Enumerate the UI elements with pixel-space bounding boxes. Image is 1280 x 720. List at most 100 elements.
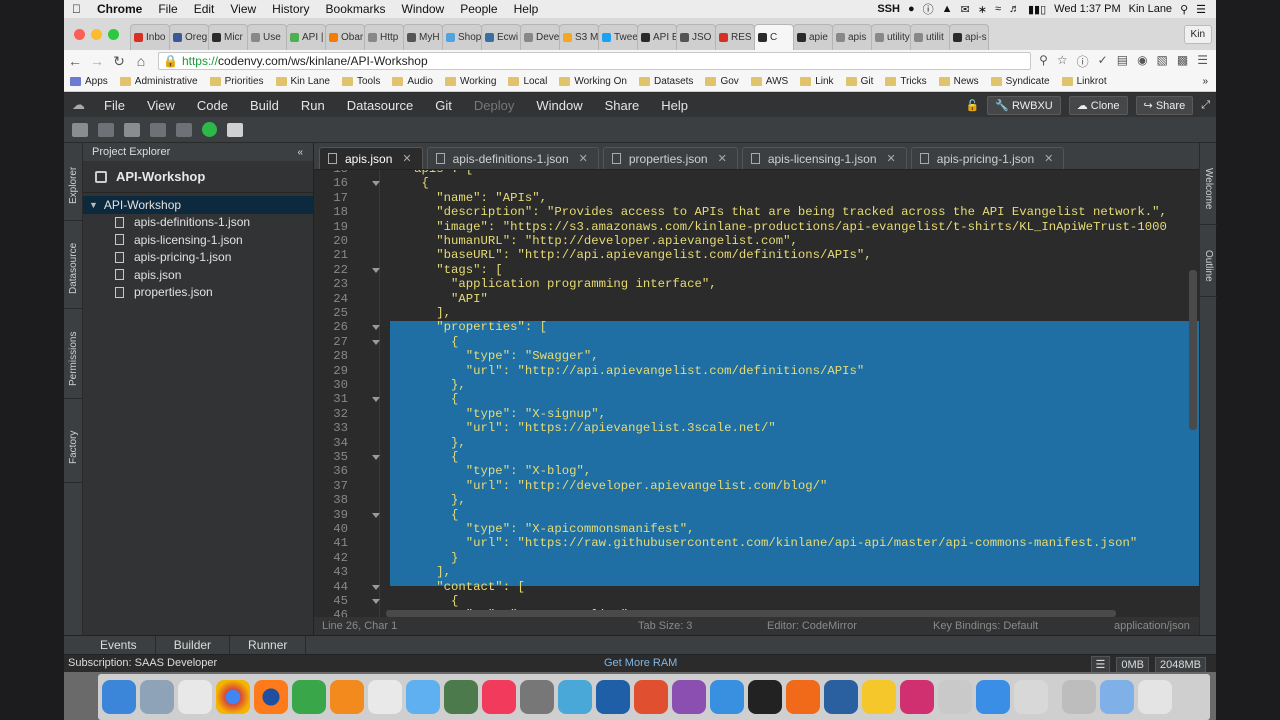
browser-tab[interactable]: Shop [442,24,482,50]
bookmark-item[interactable]: Gov [705,76,739,87]
chrome-menu-icon[interactable]: ☰ [1197,53,1208,70]
code-area[interactable]: 1516171819202122232425262728293031323334… [314,170,1199,617]
mac-menu-people[interactable]: People [452,2,505,16]
ide-menu-code[interactable]: Code [186,98,239,113]
dropbox-icon[interactable]: ▲ [942,3,953,15]
fullscreen-icon[interactable]: ⤢ [1201,99,1210,112]
bookmark-item[interactable]: Administrative [119,76,198,87]
fold-toggle-icon[interactable] [372,339,380,345]
fold-toggle-icon[interactable] [372,455,380,460]
share-button[interactable]: ↪ Share [1135,95,1194,115]
ide-menu-view[interactable]: View [136,98,186,113]
browser-tab[interactable]: RES [715,24,755,50]
cyberduck-icon[interactable] [862,680,896,714]
mac-menu-help[interactable]: Help [506,2,547,16]
list-icon[interactable]: ☰ [1196,3,1206,16]
save-icon[interactable] [98,122,114,137]
user-name[interactable]: Kin Lane [1129,3,1172,15]
bookmark-item[interactable]: News [938,76,979,87]
mac-menu-window[interactable]: Window [394,2,453,16]
side-tab-outline[interactable]: Outline [1200,235,1217,297]
grid-app-icon[interactable] [368,680,402,714]
browser-tab[interactable]: Ecwi [481,24,521,50]
home-icon[interactable]: ⌂ [130,53,152,69]
mac-menu-bookmarks[interactable]: Bookmarks [318,2,394,16]
github-icon[interactable] [672,680,706,714]
bookmark-item[interactable]: Datasets [638,76,693,87]
browser-tab[interactable]: Twee [598,24,638,50]
document-stack-icon[interactable] [1062,680,1096,714]
fold-toggle-icon[interactable] [372,325,380,331]
tree-file-item[interactable]: apis-licensing-1.json [83,231,313,249]
bookmark-item[interactable]: Apps [70,76,108,87]
evernote-icon[interactable] [292,680,326,714]
fold-toggle-icon[interactable] [372,599,380,604]
browser-tab[interactable]: api-s [949,24,989,50]
system-preferences-icon[interactable] [520,680,554,714]
search-icon[interactable]: ⚲ [1039,53,1048,70]
sketch-icon[interactable] [1014,680,1048,714]
ide-menu-help[interactable]: Help [650,98,699,113]
settings-app-icon[interactable] [330,680,364,714]
postman-icon[interactable] [786,680,820,714]
delete-icon[interactable] [150,122,166,137]
bluetooth-icon[interactable]: ∗ [978,3,987,16]
volume-icon[interactable]: ♬ [1009,3,1020,15]
browser-tab[interactable]: apis [832,24,872,50]
extension-icon[interactable]: ▩ [1177,53,1188,70]
browser-tab[interactable]: S3 M [559,24,599,50]
minimize-window-button[interactable] [91,29,102,40]
app-store-icon[interactable] [976,680,1010,714]
editor-tab[interactable]: properties.json ✕ [602,147,738,169]
mac-menu-history[interactable]: History [264,2,317,16]
side-tab-permissions[interactable]: Permissions [64,319,83,399]
ide-menu-datasource[interactable]: Datasource [336,98,424,113]
new-folder-icon[interactable] [72,122,88,137]
extension-icon[interactable]: ▧ [1157,53,1168,70]
editor-tab[interactable]: apis-pricing-1.json ✕ [910,147,1065,169]
tree-file-item[interactable]: properties.json [83,284,313,302]
ide-menu-share[interactable]: Share [594,98,651,113]
browser-tab[interactable]: Use [247,24,287,50]
ide-menu-window[interactable]: Window [525,98,593,113]
music-icon[interactable] [482,680,516,714]
extension-icon[interactable]: ✓ [1098,53,1108,70]
clock[interactable]: Wed 1:37 PM [1054,3,1120,15]
fold-toggle-icon[interactable] [372,181,380,187]
ide-menu-run[interactable]: Run [290,98,336,113]
get-more-ram-link[interactable]: Get More RAM [604,657,677,669]
forward-arrow-icon[interactable]: → [86,53,108,69]
menulet-icon[interactable]: ⓘ [923,1,934,17]
workspace-badge[interactable]: 🔧 RWBXU [987,95,1061,115]
search-app-icon[interactable] [824,680,858,714]
browser-tab[interactable]: Micr [208,24,248,50]
codenvy-logo-icon[interactable]: ☁ [64,97,93,113]
browser-tab[interactable]: Oreg [169,24,209,50]
bookmark-item[interactable]: Working On [559,76,627,87]
extension-icon[interactable]: ⓘ [1077,53,1089,70]
browser-tab[interactable]: apie [793,24,833,50]
extension-icon[interactable]: ◉ [1137,53,1147,70]
ide-menu-file[interactable]: File [93,98,136,113]
app-menu[interactable]: Chrome [89,2,150,16]
menulet-icon[interactable]: ● [908,3,915,15]
spotlight-icon[interactable]: ⚲ [1180,3,1188,16]
side-tab-datasource[interactable]: Datasource [64,229,83,309]
bookmark-item[interactable]: Syndicate [990,76,1050,87]
browser-tab[interactable]: Inbo [130,24,170,50]
url-field[interactable]: 🔒 https:// codenvy.com/ws/kinlane/API-Wo… [158,52,1032,70]
tree-file-item[interactable]: apis-pricing-1.json [83,249,313,267]
notification-icon[interactable]: ✉ [961,3,970,16]
folder-icon[interactable] [1100,680,1134,714]
mac-menu-view[interactable]: View [222,2,264,16]
bookmark-item[interactable]: Linkrot [1061,76,1107,87]
browser-tab[interactable]: utilit [910,24,950,50]
extension-icon[interactable]: ▤ [1117,53,1128,70]
editor-tab[interactable]: apis.json ✕ [319,147,423,169]
memory-icon[interactable]: ☰ [1090,656,1111,673]
zoom-window-button[interactable] [108,29,119,40]
bookmark-item[interactable]: Kin Lane [275,76,330,87]
twitter-client-icon[interactable] [558,680,592,714]
bookmark-item[interactable]: Local [508,76,547,87]
close-window-button[interactable] [74,29,85,40]
